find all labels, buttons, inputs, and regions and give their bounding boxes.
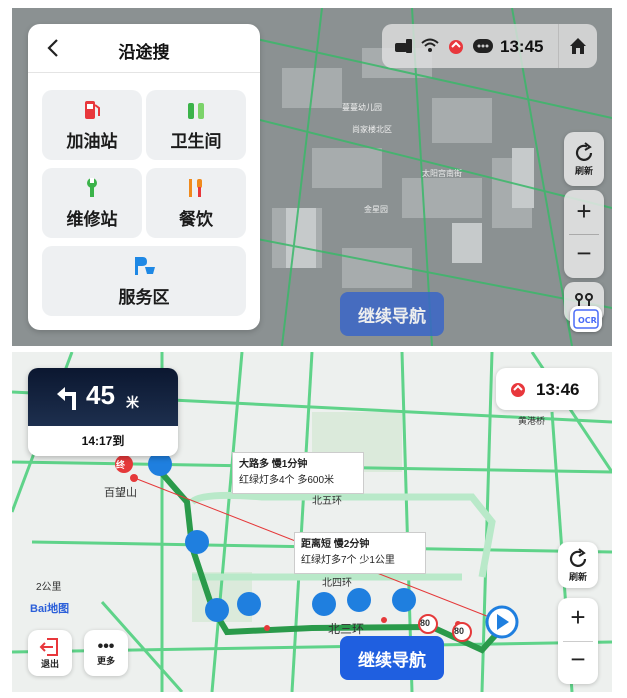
map-label: 太阳宫南街 xyxy=(422,169,462,178)
category-service-area[interactable]: 服务区 xyxy=(42,246,246,316)
exit-icon xyxy=(39,637,58,656)
turn-unit: 米 xyxy=(126,395,140,410)
speed-limit-1: 80 xyxy=(420,618,431,628)
refresh-label: 刷新 xyxy=(574,165,593,176)
category-label: 卫生间 xyxy=(170,131,222,151)
fork-knife-icon xyxy=(189,178,202,197)
toilet-icon xyxy=(188,102,204,119)
refresh-button[interactable]: 刷新 xyxy=(558,542,598,588)
continue-navigation-button[interactable]: 继续导航 xyxy=(340,636,444,680)
zoom-out-button[interactable]: − xyxy=(576,238,591,269)
refresh-button[interactable]: 刷新 xyxy=(564,132,604,186)
category-label: 餐饮 xyxy=(179,209,213,229)
map-label-baiwangshan: 百望山 xyxy=(104,487,137,499)
route-title: 大路多 慢1分钟 xyxy=(239,459,308,470)
baidu-signal-icon xyxy=(511,383,525,397)
zoom-controls: + − xyxy=(564,190,604,278)
refresh-label: 刷新 xyxy=(568,571,587,582)
continue-navigation-button[interactable]: 继续导航 xyxy=(340,292,444,336)
gas-station-icon xyxy=(85,100,100,119)
status-time: 13:46 xyxy=(536,380,580,399)
zoom-out-button[interactable]: − xyxy=(570,644,585,675)
map-label: 蔓蔓幼儿园 xyxy=(342,103,382,112)
route-title: 距离短 慢2分钟 xyxy=(301,539,370,550)
exit-label: 退出 xyxy=(40,658,59,669)
refresh-icon xyxy=(569,547,587,567)
route-detail: 红绿灯多4个 多600米 xyxy=(239,475,335,486)
map-label-north5: 北五环 xyxy=(312,496,342,507)
map-label-bridge: 黄港桥 xyxy=(518,416,546,426)
category-toilet[interactable]: 卫生间 xyxy=(146,90,246,160)
along-route-search-card: 沿途搜 加油站 卫生间 维修站 餐饮 服务区 xyxy=(28,24,260,330)
turn-instruction-card: 45 米 14:17到 xyxy=(28,368,178,456)
card-header: 沿途搜 xyxy=(28,24,260,73)
category-gas-station[interactable]: 加油站 xyxy=(42,90,142,160)
more-label: 更多 xyxy=(96,655,115,666)
status-bar: 13:45 xyxy=(382,24,597,68)
status-time: 13:45 xyxy=(500,37,544,56)
map-label-north4: 北四环 xyxy=(322,578,352,589)
svg-text:OCR: OCR xyxy=(578,316,597,325)
zoom-controls: + − xyxy=(558,598,598,684)
route-option-2[interactable]: 距离短 慢2分钟 红绿灯多7个 少1公里 xyxy=(294,532,426,574)
exit-button[interactable]: 退出 xyxy=(28,630,72,676)
map-label: 尚家楼北区 xyxy=(352,125,392,134)
speed-limit-2: 80 xyxy=(454,626,465,636)
more-button[interactable]: ••• 更多 xyxy=(84,630,128,676)
zoom-divider xyxy=(569,234,599,235)
map-panel-top: 蔓蔓幼儿园 尚家楼北区 太阳宫南街 金星园 沿途搜 加油站 卫生间 维修站 餐饮 xyxy=(12,8,612,346)
route-detail: 红绿灯多7个 少1公里 xyxy=(301,555,395,566)
turn-left-icon xyxy=(57,387,76,410)
map-label-north3: 北三环 xyxy=(328,622,365,636)
baidu-logo: Bai地图 xyxy=(30,603,70,615)
car-connect-icon xyxy=(395,39,412,53)
home-icon xyxy=(570,38,586,54)
service-area-icon xyxy=(135,256,155,275)
turn-distance: 45 xyxy=(86,380,115,410)
map-label: 金星园 xyxy=(364,205,388,214)
wifi-icon xyxy=(421,38,439,52)
route-option-1[interactable]: 大路多 慢1分钟 红绿灯多4个 多600米 xyxy=(232,452,364,494)
baidu-signal-icon xyxy=(449,40,463,54)
category-food[interactable]: 餐饮 xyxy=(146,168,246,238)
turn-header: 45 米 xyxy=(28,368,178,426)
end-marker: 终 xyxy=(116,460,126,470)
ocr-button[interactable]: OCR xyxy=(570,306,602,332)
map-panel-bottom: 终 百望山 北五环 北四环 北三环 80 80 黄港桥 2公里 Bai地图 45… xyxy=(12,352,612,692)
message-icon xyxy=(473,39,493,53)
eta: 14:17到 xyxy=(28,426,178,456)
category-label: 维修站 xyxy=(66,209,118,229)
zoom-in-button[interactable]: + xyxy=(570,602,585,633)
more-dots-icon: ••• xyxy=(97,637,115,655)
map-scale: 2公里 xyxy=(36,582,62,593)
status-bar-bottom: 13:46 xyxy=(496,368,598,410)
zoom-in-button[interactable]: + xyxy=(576,196,591,227)
category-repair[interactable]: 维修站 xyxy=(42,168,142,238)
ocr-icon: OCR xyxy=(573,309,599,329)
category-label: 加油站 xyxy=(66,131,118,151)
refresh-icon xyxy=(575,141,593,161)
zoom-divider xyxy=(563,641,593,642)
card-title: 沿途搜 xyxy=(118,43,170,62)
wrench-icon xyxy=(87,177,97,197)
category-label: 服务区 xyxy=(118,287,170,307)
home-button[interactable] xyxy=(558,24,598,68)
